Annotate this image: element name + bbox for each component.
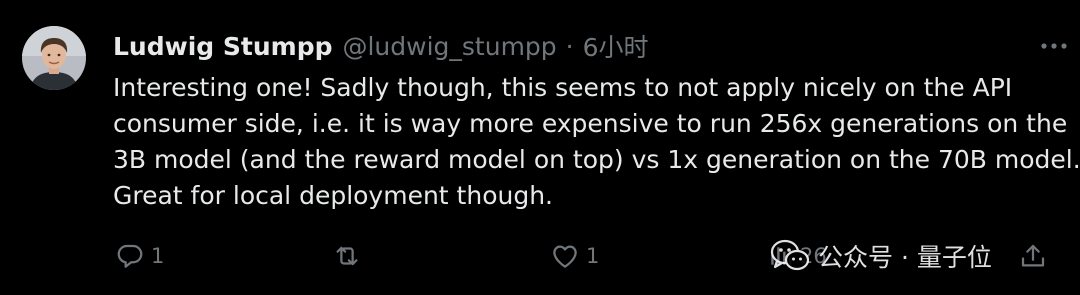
tweet-text-line: Great for local deployment though. — [113, 181, 554, 210]
watermark: 公众号 · 量子位 — [770, 236, 992, 276]
wechat-logo-icon — [770, 239, 810, 271]
separator-dot: · — [565, 31, 574, 61]
tweet-text-line: consumer side, i.e. it is way more expen… — [113, 109, 1068, 138]
reply-icon — [117, 244, 143, 268]
tweet-header: Ludwig Stumpp @ludwig_stumpp · 6小时 — [113, 28, 649, 64]
reply-count: 1 — [151, 244, 165, 268]
tweet-text: Interesting one! Sadly though, this seem… — [113, 70, 1080, 214]
more-options-button[interactable] — [1040, 36, 1068, 56]
share-button[interactable] — [1018, 240, 1048, 272]
retweet-icon — [336, 246, 358, 266]
heart-icon — [553, 245, 577, 268]
reply-button[interactable]: 1 — [115, 240, 164, 272]
more-horizontal-icon — [1041, 43, 1067, 49]
author-name[interactable]: Ludwig Stumpp — [113, 32, 332, 61]
like-button[interactable]: 1 — [550, 240, 599, 272]
tweet[interactable]: Ludwig Stumpp @ludwig_stumpp · 6小时 Inter… — [0, 0, 1080, 295]
author-handle[interactable]: @ludwig_stumpp — [342, 32, 556, 61]
like-count: 1 — [586, 244, 600, 268]
share-icon — [1021, 244, 1045, 267]
watermark-text: 公众号 · 量子位 — [818, 243, 992, 272]
retweet-button[interactable] — [331, 240, 369, 272]
timestamp[interactable]: 6小时 — [583, 28, 649, 64]
tweet-text-line: 3B model (and the reward model on top) v… — [113, 145, 1080, 174]
avatar[interactable] — [22, 26, 86, 90]
tweet-text-line: Interesting one! Sadly though, this seem… — [113, 73, 1013, 102]
